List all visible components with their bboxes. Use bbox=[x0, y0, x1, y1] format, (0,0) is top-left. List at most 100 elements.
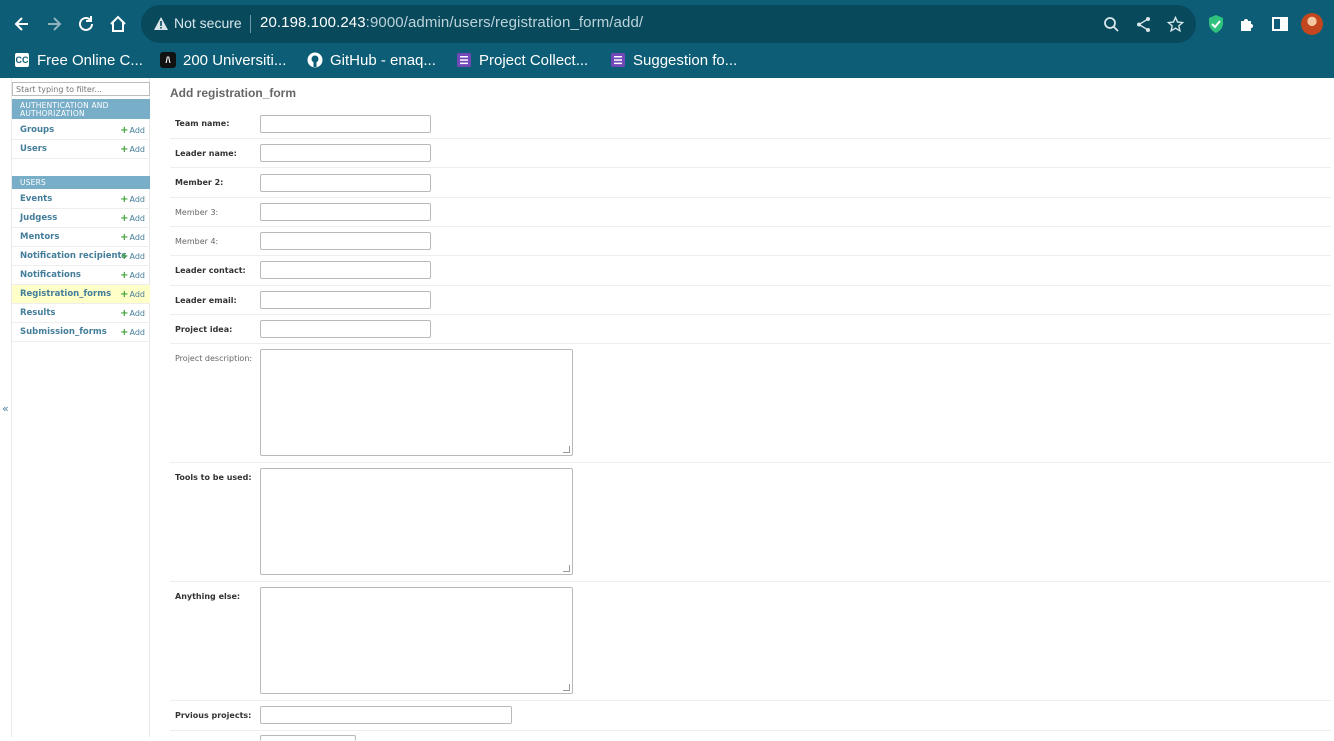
add-link[interactable]: +Add bbox=[120, 125, 145, 136]
add-link[interactable]: +Add bbox=[120, 194, 145, 205]
add-link[interactable]: +Add bbox=[120, 144, 145, 155]
add-link[interactable]: +Add bbox=[120, 213, 145, 224]
sidebar-item-events[interactable]: Events +Add bbox=[12, 190, 150, 209]
sidebar-item-label[interactable]: Judgess bbox=[20, 213, 57, 223]
sidebar-item-notification-recipients[interactable]: Notification recipients +Add bbox=[12, 247, 150, 266]
add-link[interactable]: +Add bbox=[120, 327, 145, 338]
module-header-auth[interactable]: AUTHENTICATION AND AUTHORIZATION bbox=[12, 99, 150, 119]
member-2-input[interactable] bbox=[260, 174, 431, 192]
url-path: :9000/admin/users/registration_form/add/ bbox=[365, 14, 644, 31]
plus-icon: + bbox=[120, 213, 129, 224]
add-link[interactable]: +Add bbox=[120, 251, 145, 262]
reload-button[interactable] bbox=[74, 12, 98, 36]
team-name-input[interactable] bbox=[260, 115, 431, 133]
add-link[interactable]: +Add bbox=[120, 270, 145, 281]
add-label: Add bbox=[129, 271, 146, 280]
add-label: Add bbox=[129, 195, 146, 204]
form-row-member-3: Member 3: bbox=[170, 198, 1331, 227]
sidebar-item-notifications[interactable]: Notifications +Add bbox=[12, 266, 150, 285]
field-label: Leader name: bbox=[175, 149, 237, 158]
main-content: Add registration_form Team name: Leader … bbox=[150, 78, 1334, 741]
add-label: Add bbox=[129, 126, 146, 135]
cc-favicon-icon: CC bbox=[14, 52, 30, 68]
form-row-leader-contact: Leader contact: bbox=[170, 256, 1331, 286]
plus-icon: + bbox=[120, 308, 129, 319]
leader-name-input[interactable] bbox=[260, 144, 431, 162]
sidebar-item-label[interactable]: Notification recipients bbox=[20, 251, 127, 261]
field-label: Team name: bbox=[175, 119, 230, 128]
sidebar-item-mentors[interactable]: Mentors +Add bbox=[12, 228, 150, 247]
bookmark-item[interactable]: Suggestion fo... bbox=[610, 49, 737, 71]
leader-contact-input[interactable] bbox=[260, 261, 431, 279]
sidebar-item-label[interactable]: Registration_forms bbox=[20, 289, 111, 299]
page-title: Add registration_form bbox=[170, 86, 297, 100]
home-button[interactable] bbox=[106, 12, 130, 36]
back-button[interactable] bbox=[10, 12, 34, 36]
form-row-member-2: Member 2: bbox=[170, 168, 1331, 198]
browser-toolbar: Not secure 20.198.100.243:9000/admin/use… bbox=[0, 4, 1334, 44]
bookmark-label: Project Collect... bbox=[479, 51, 589, 69]
sidebar-item-label[interactable]: Notifications bbox=[20, 270, 81, 280]
bookmark-label: Suggestion fo... bbox=[633, 51, 738, 69]
bookmark-item[interactable]: /\ 200 Universiti... bbox=[160, 49, 286, 71]
a-favicon-icon: /\ bbox=[160, 52, 176, 68]
sidebar-item-registration-forms[interactable]: Registration_forms +Add bbox=[12, 285, 150, 304]
add-link[interactable]: +Add bbox=[120, 289, 145, 300]
plus-icon: + bbox=[120, 194, 129, 205]
sidebar-item-judgess[interactable]: Judgess +Add bbox=[12, 209, 150, 228]
zoom-icon[interactable] bbox=[1103, 16, 1120, 33]
sidebar-item-results[interactable]: Results +Add bbox=[12, 304, 150, 323]
field-label: Member 4: bbox=[175, 237, 219, 246]
bookmark-item[interactable]: GitHub - enaq... bbox=[307, 49, 436, 71]
plus-icon: + bbox=[120, 232, 129, 243]
puzzle-extensions-icon[interactable] bbox=[1238, 14, 1258, 34]
collapse-sidebar-button[interactable]: « bbox=[2, 402, 9, 415]
anything-else-textarea[interactable] bbox=[260, 587, 573, 694]
leader-email-input[interactable] bbox=[260, 291, 431, 309]
member-3-input[interactable] bbox=[260, 203, 431, 221]
form-row-previous-projects: Prvious projects: bbox=[170, 701, 1331, 731]
add-label: Add bbox=[129, 233, 146, 242]
form-favicon-icon bbox=[457, 53, 471, 67]
sidebar-item-label[interactable]: Submission_forms bbox=[20, 327, 107, 337]
shield-extension-icon[interactable] bbox=[1206, 14, 1226, 34]
plus-icon: + bbox=[120, 289, 129, 300]
tools-textarea[interactable] bbox=[260, 468, 573, 575]
nav-filter-input[interactable] bbox=[12, 82, 150, 96]
star-icon[interactable] bbox=[1167, 16, 1184, 33]
previous-projects-input[interactable] bbox=[260, 706, 512, 724]
field-label: Anything else: bbox=[175, 592, 241, 601]
url-text[interactable]: 20.198.100.243:9000/admin/users/registra… bbox=[260, 14, 643, 31]
sidebar-item-label[interactable]: Events bbox=[20, 194, 52, 204]
next-field-input[interactable] bbox=[260, 735, 356, 741]
profile-avatar[interactable] bbox=[1301, 13, 1323, 35]
add-link[interactable]: +Add bbox=[120, 232, 145, 243]
bookmark-item[interactable]: CC Free Online C... bbox=[14, 49, 143, 71]
add-label: Add bbox=[129, 290, 146, 299]
sidebar-item-label[interactable]: Groups bbox=[20, 125, 54, 135]
browser-chrome: Not secure 20.198.100.243:9000/admin/use… bbox=[0, 0, 1334, 78]
address-bar[interactable]: Not secure 20.198.100.243:9000/admin/use… bbox=[141, 5, 1196, 43]
form-row-team-name: Team name: bbox=[170, 109, 1331, 139]
sidebar-item-users[interactable]: Users +Add bbox=[12, 140, 150, 159]
sidebar-item-label[interactable]: Results bbox=[20, 308, 55, 318]
sidebar-item-submission-forms[interactable]: Submission_forms +Add bbox=[12, 323, 150, 342]
forward-button[interactable] bbox=[42, 12, 66, 36]
url-host: 20.198.100.243 bbox=[260, 14, 366, 31]
security-label[interactable]: Not secure bbox=[174, 15, 242, 31]
side-panel-icon[interactable] bbox=[1270, 14, 1290, 34]
bookmark-item[interactable]: Project Collect... bbox=[456, 49, 588, 71]
add-link[interactable]: +Add bbox=[120, 308, 145, 319]
bookmark-label: 200 Universiti... bbox=[183, 51, 287, 69]
add-label: Add bbox=[129, 309, 146, 318]
project-description-textarea[interactable] bbox=[260, 349, 573, 456]
member-4-input[interactable] bbox=[260, 232, 431, 250]
project-idea-input[interactable] bbox=[260, 320, 431, 338]
sidebar-item-label[interactable]: Users bbox=[20, 144, 47, 154]
form-row-leader-name: Leader name: bbox=[170, 139, 1331, 168]
form-row-anything-else: Anything else: bbox=[170, 582, 1331, 701]
share-icon[interactable] bbox=[1135, 16, 1152, 33]
module-header-users[interactable]: USERS bbox=[12, 176, 150, 189]
sidebar-item-groups[interactable]: Groups +Add bbox=[12, 121, 150, 140]
sidebar-item-label[interactable]: Mentors bbox=[20, 232, 59, 242]
